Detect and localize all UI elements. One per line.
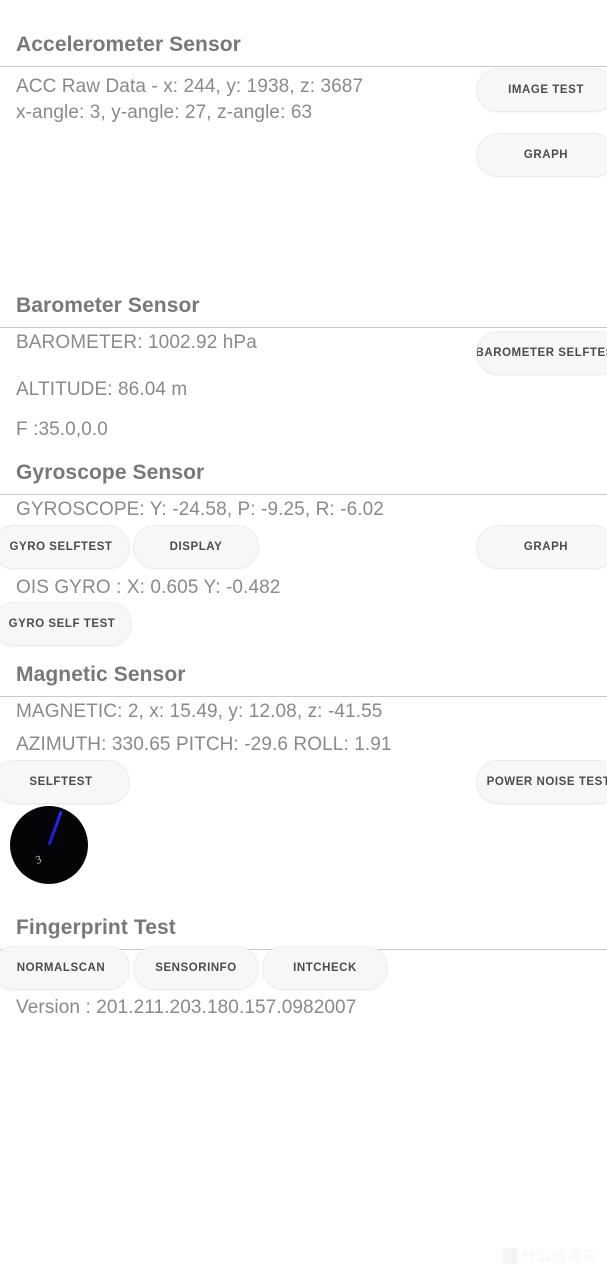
magnetic-value-text: MAGNETIC: 2, x: 15.49, y: 12.08, z: -41.… bbox=[16, 701, 383, 722]
divider-gyroscope bbox=[0, 494, 607, 495]
gyro-display-button[interactable]: DISPLAY bbox=[133, 525, 259, 569]
normalscan-button[interactable]: NORMALSCAN bbox=[0, 946, 130, 990]
image-test-button[interactable]: IMAGE TEST bbox=[476, 68, 607, 112]
watermark-label: 什么值得买 bbox=[522, 1249, 597, 1265]
acc-graph-button[interactable]: GRAPH bbox=[476, 133, 607, 177]
gyro-graph-button[interactable]: GRAPH bbox=[476, 525, 607, 569]
compass-needle-icon bbox=[47, 810, 63, 846]
section-title-magnetic: Magnetic Sensor bbox=[16, 663, 186, 686]
altitude-value-text: ALTITUDE: 86.04 m bbox=[16, 379, 188, 400]
barometer-selftest-button[interactable]: BAROMETER SELFTEST bbox=[476, 331, 607, 375]
fingerprint-version-text: Version : 201.211.203.180.157.0982007 bbox=[16, 997, 357, 1018]
acc-angle-text: x-angle: 3, y-angle: 27, z-angle: 63 bbox=[16, 102, 313, 123]
watermark: 什么值得买 bbox=[502, 1246, 597, 1266]
compass-dial: 3 bbox=[10, 806, 88, 884]
acc-raw-data-text: ACC Raw Data - x: 244, y: 1938, z: 3687 bbox=[16, 76, 364, 97]
ois-gyro-value-text: OIS GYRO : X: 0.605 Y: -0.482 bbox=[16, 577, 281, 598]
intcheck-button[interactable]: INTCHECK bbox=[262, 946, 388, 990]
barometer-value-text: BAROMETER: 1002.92 hPa bbox=[16, 332, 257, 353]
magnetic-selftest-button[interactable]: SELFTEST bbox=[0, 760, 130, 804]
divider-barometer bbox=[0, 327, 607, 328]
gyro-selftest-button[interactable]: GYRO SELFTEST bbox=[0, 525, 130, 569]
section-title-gyroscope: Gyroscope Sensor bbox=[16, 461, 205, 484]
section-title-barometer: Barometer Sensor bbox=[16, 294, 200, 317]
sensor-test-screen: Accelerometer Sensor ACC Raw Data - x: 2… bbox=[0, 0, 607, 1280]
magnetic-orientation-text: AZIMUTH: 330.65 PITCH: -29.6 ROLL: 1.91 bbox=[16, 734, 392, 755]
section-title-fingerprint: Fingerprint Test bbox=[16, 916, 176, 939]
divider-magnetic bbox=[0, 696, 607, 697]
divider-accelerometer bbox=[0, 66, 607, 67]
gyroscope-value-text: GYROSCOPE: Y: -24.58, P: -9.25, R: -6.02 bbox=[16, 499, 384, 520]
barometer-f-value-text: F :35.0,0.0 bbox=[16, 419, 108, 440]
power-noise-test-button[interactable]: POWER NOISE TEST bbox=[476, 760, 607, 804]
smzdm-logo-icon bbox=[502, 1248, 518, 1264]
section-title-accelerometer: Accelerometer Sensor bbox=[16, 33, 241, 56]
gyro-self-test-button[interactable]: GYRO SELF TEST bbox=[0, 602, 132, 646]
sensorinfo-button[interactable]: SENSORINFO bbox=[133, 946, 259, 990]
compass-heading-label: 3 bbox=[33, 853, 44, 867]
